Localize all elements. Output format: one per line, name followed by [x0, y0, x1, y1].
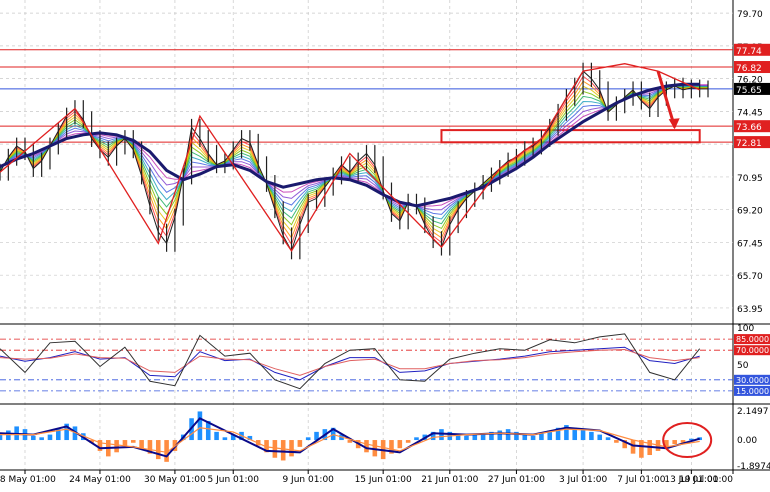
y-tick-label: 79.70 [737, 10, 763, 20]
price-level-label: 72.81 [736, 139, 762, 149]
rsi-level-label: 70.0000 [736, 346, 769, 355]
histogram-bar [0, 434, 3, 441]
x-tick-label: 9 Jun 01:00 [282, 475, 334, 485]
histogram-bar [31, 435, 36, 441]
histogram-bar [472, 434, 478, 441]
histogram-bar [6, 430, 11, 441]
histogram-bar [630, 440, 636, 454]
price-level-label: 77.74 [736, 47, 762, 57]
y-tick-label: 67.45 [737, 239, 763, 249]
x-tick-label: 5 Jun 01:00 [208, 475, 260, 485]
x-tick-label: 15 Jun 01:00 [355, 475, 412, 485]
histogram-bar [130, 440, 136, 443]
histogram-bar [589, 431, 594, 441]
y-tick-label: 74.45 [737, 108, 763, 118]
histogram-bar [122, 440, 128, 446]
histogram-bar [614, 440, 619, 443]
histogram-bar [522, 434, 528, 441]
histogram-bar [114, 440, 119, 453]
price-level-label: 73.66 [736, 123, 762, 133]
histogram-bar [597, 434, 603, 441]
histogram-bar [272, 440, 278, 458]
histogram-bar [397, 440, 403, 449]
histogram-bar [580, 429, 586, 441]
y-tick-label: 69.20 [737, 207, 763, 217]
histogram-bar [47, 434, 53, 441]
histogram-bar [280, 440, 286, 461]
x-tick-label: 3 Jul 01:00 [559, 475, 608, 485]
histogram-bar [155, 440, 161, 460]
x-tick-label: 19 Jul 01:00 [679, 475, 733, 485]
y-tick-label: 65.70 [737, 272, 763, 282]
chart-window: 79.7077.9576.2074.4572.7070.9569.2067.45… [0, 0, 770, 488]
histogram-bar [605, 437, 611, 441]
trading-chart: 79.7077.9576.2074.4572.7070.9569.2067.45… [0, 0, 770, 488]
histogram-bar [39, 437, 44, 441]
histogram-bar [305, 437, 311, 441]
histogram-bar [539, 433, 544, 441]
x-tick-label: 27 Jun 01:00 [488, 475, 545, 485]
histogram-bar [639, 440, 644, 458]
x-tick-label: 18 May 01:00 [0, 475, 56, 485]
osc-tick-label: 2.1497 [737, 407, 769, 417]
histogram-bar [289, 440, 294, 457]
x-tick-label: 7 Jul 01:00 [617, 475, 666, 485]
chart-background [0, 0, 770, 488]
histogram-bar [530, 435, 536, 441]
histogram-bar [497, 430, 503, 441]
rsi-level-label: 30.0000 [736, 376, 769, 385]
y-tick-label: 63.95 [737, 305, 763, 315]
osc-tick-label: -1.8974 [737, 462, 770, 472]
x-tick-label: 21 Jun 01:00 [421, 475, 478, 485]
histogram-bar [672, 440, 677, 445]
histogram-bar [464, 435, 469, 441]
rsi-level-label: 85.0000 [736, 335, 769, 344]
y-tick-label: 70.95 [737, 174, 763, 184]
price-level-label: 75.65 [736, 86, 762, 96]
rsi-tick-label: 100 [737, 324, 754, 334]
rsi-level-label: 15.0000 [736, 387, 769, 396]
price-level-label: 76.82 [736, 64, 762, 74]
x-tick-label: 30 May 01:00 [144, 475, 206, 485]
x-tick-label: 24 May 01:00 [69, 475, 131, 485]
osc-tick-label: 0.00 [737, 436, 757, 446]
histogram-bar [214, 431, 219, 441]
histogram-bar [222, 437, 228, 441]
histogram-bar [414, 437, 419, 441]
rsi-tick-label: 50 [737, 361, 749, 371]
histogram-bar [405, 440, 411, 443]
histogram-bar [297, 440, 303, 447]
histogram-bar [197, 411, 203, 441]
histogram-bar [139, 440, 144, 449]
